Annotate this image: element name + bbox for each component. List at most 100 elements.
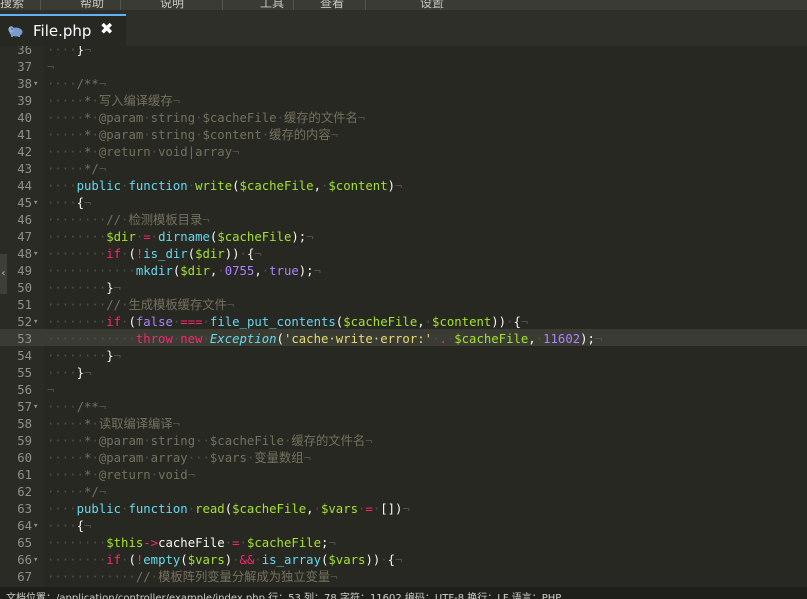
code-line[interactable]: 52 ▾ ········if·(false·===·file_put_conten…: [0, 314, 807, 331]
code-token: ¬: [47, 383, 55, 397]
menu-item-about[interactable]: 说明: [160, 0, 184, 10]
code-token: ·····: [47, 145, 85, 159]
code-line[interactable]: 49 ············mkdir($dir,·0755,·true);¬: [0, 263, 807, 280]
code-token: 缓存的内容: [269, 128, 331, 142]
code-line[interactable]: 42 ·····*·@return·void|array¬: [0, 144, 807, 161]
code-token: $content: [432, 315, 492, 329]
code-token: ->: [143, 536, 159, 550]
code-token: ·: [202, 332, 210, 346]
code-line[interactable]: 65 ········$this->cacheFile·=·$cacheFile;…: [0, 535, 807, 552]
code-token: $cacheFile: [232, 502, 307, 516]
code-token: ·: [150, 230, 159, 244]
line-number: 47: [17, 230, 32, 244]
code-line[interactable]: 64 ▾ ····{¬: [0, 518, 807, 535]
code-token: (: [128, 247, 136, 261]
code-token: $dir: [106, 230, 136, 244]
code-line[interactable]: 38 ▾ ····/**¬: [0, 76, 807, 93]
code-line[interactable]: 45 ▾ ····{¬: [0, 195, 807, 212]
code-text: ·····*/¬: [47, 161, 106, 178]
code-line[interactable]: 66 ▾ ········if·(!empty($vars)·&&·is_array…: [0, 552, 807, 569]
menu-divider: [120, 0, 121, 10]
code-token: string: [150, 111, 196, 125]
code-text: ·····*·@param·string·$content·缓存的内容¬: [47, 127, 338, 144]
code-line[interactable]: 56 ¬: [0, 382, 807, 399]
code-token: ¬: [98, 400, 107, 414]
code-line[interactable]: 43 ·····*/¬: [0, 161, 807, 178]
code-token: ·: [254, 553, 262, 567]
code-token: ¬: [330, 128, 339, 142]
code-token: if: [106, 553, 122, 567]
code-token: ·: [535, 332, 544, 346]
code-line[interactable]: 37 ¬: [0, 59, 807, 76]
code-token: void|array: [158, 145, 233, 159]
code-line[interactable]: 39 ·····*·写入编译缓存¬: [0, 93, 807, 110]
fold-arrow-icon[interactable]: ▾: [33, 552, 38, 569]
code-text: ············//·模板阵列变量分解成为独立变量¬: [47, 569, 338, 586]
code-line[interactable]: 41 ·····*·@param·string·$content·缓存的内容¬: [0, 127, 807, 144]
code-line[interactable]: 40 ·····*·@param·string·$cacheFile·缓存的文件名…: [0, 110, 807, 127]
code-token: =: [365, 502, 373, 516]
code-token: ¬: [232, 145, 240, 159]
code-line[interactable]: 36 ····}¬: [0, 46, 807, 59]
code-line[interactable]: 48 ▾ ········if·(!is_dir($dir))·{¬: [0, 246, 807, 263]
code-token: }: [76, 46, 85, 57]
menu-divider: [40, 0, 41, 10]
code-text: ·····*·@return·void¬: [47, 467, 195, 484]
code-token: ········: [47, 213, 107, 227]
fold-arrow-icon[interactable]: ▾: [33, 246, 38, 263]
code-line[interactable]: 47 ········$dir·=·dirname($cacheFile);¬: [0, 229, 807, 246]
fold-arrow-icon[interactable]: ▾: [33, 399, 38, 416]
code-line[interactable]: 58 ·····*·读取编译编译¬: [0, 416, 807, 433]
code-token: ¬: [84, 196, 92, 210]
menu-item-view[interactable]: 查看: [320, 0, 344, 10]
code-token: 变量数组: [254, 451, 304, 465]
code-text: ········if·(!is_dir($dir))·{¬: [47, 246, 262, 263]
code-line[interactable]: 50 ········}¬: [0, 280, 807, 297]
code-line[interactable]: 57 ▾ ····/**¬: [0, 399, 807, 416]
code-line[interactable]: 61 ·····*·@return·void¬: [0, 467, 807, 484]
menu-item-help[interactable]: 帮助: [80, 0, 104, 10]
code-token: ·····: [47, 485, 85, 499]
code-line[interactable]: 62 ·····*/¬: [0, 484, 807, 501]
tab-file-php[interactable]: File.php ✖: [0, 14, 126, 46]
menu-bar: 搜索 帮助 说明 工具 查看 设置: [0, 0, 807, 10]
menu-item-tools[interactable]: 工具: [260, 0, 284, 10]
code-line[interactable]: 67 ············//·模板阵列变量分解成为独立变量¬: [0, 569, 807, 586]
fold-arrow-icon[interactable]: ▾: [33, 518, 38, 535]
code-line[interactable]: 51 ········//·生成模板缓存文件¬: [0, 297, 807, 314]
code-token: ·: [195, 111, 203, 125]
code-editor[interactable]: ‹ 36 ····}¬ 37 ¬ 38 ▾ ····/**¬ 39 ·····*·写入编译缓存¬…: [0, 46, 807, 587]
code-token: public: [76, 179, 122, 193]
code-token: ¬: [172, 94, 181, 108]
menu-item-search[interactable]: 搜索: [0, 0, 24, 10]
code-line[interactable]: 44 ····public·function·write($cacheFile,·…: [0, 178, 807, 195]
code-line[interactable]: 46 ········//·检测模板目录¬: [0, 212, 807, 229]
code-token: (: [128, 553, 136, 567]
code-line[interactable]: 63 ····public·function·read($cacheFile,·$…: [0, 501, 807, 518]
line-number: 44: [17, 179, 32, 193]
code-token: )): [224, 247, 240, 261]
code-line[interactable]: 54 ········}¬: [0, 348, 807, 365]
code-line[interactable]: 60 ·····*·@param·array···$vars·变量数组¬: [0, 450, 807, 467]
code-line[interactable]: 59 ·····*·@param·string··$cacheFile·缓存的文件…: [0, 433, 807, 450]
code-token: ¬: [365, 434, 373, 448]
code-token: (: [232, 179, 240, 193]
code-token: ¬: [187, 468, 196, 482]
line-number: 43: [17, 162, 32, 176]
close-icon[interactable]: ✖: [100, 19, 113, 38]
code-token: ········: [47, 315, 107, 329]
code-text: ·····*·@param·array···$vars·变量数组¬: [47, 450, 311, 467]
code-token: ,: [417, 315, 425, 329]
code-line[interactable]: 55 ····}¬: [0, 365, 807, 382]
code-text: ········}¬: [47, 348, 121, 365]
code-text: ········$this->cacheFile·=·$cacheFile;¬: [47, 535, 336, 552]
code-token: empty: [143, 553, 181, 567]
fold-arrow-icon[interactable]: ▾: [33, 314, 38, 331]
code-token: =: [143, 230, 151, 244]
line-number: 52: [17, 315, 32, 329]
code-text: ········}¬: [47, 280, 121, 297]
fold-arrow-icon[interactable]: ▾: [33, 195, 38, 212]
line-number: 53: [17, 332, 32, 346]
code-line[interactable]: 53 ············throw·new·Exception('cache…: [0, 331, 807, 348]
fold-arrow-icon[interactable]: ▾: [33, 76, 38, 93]
